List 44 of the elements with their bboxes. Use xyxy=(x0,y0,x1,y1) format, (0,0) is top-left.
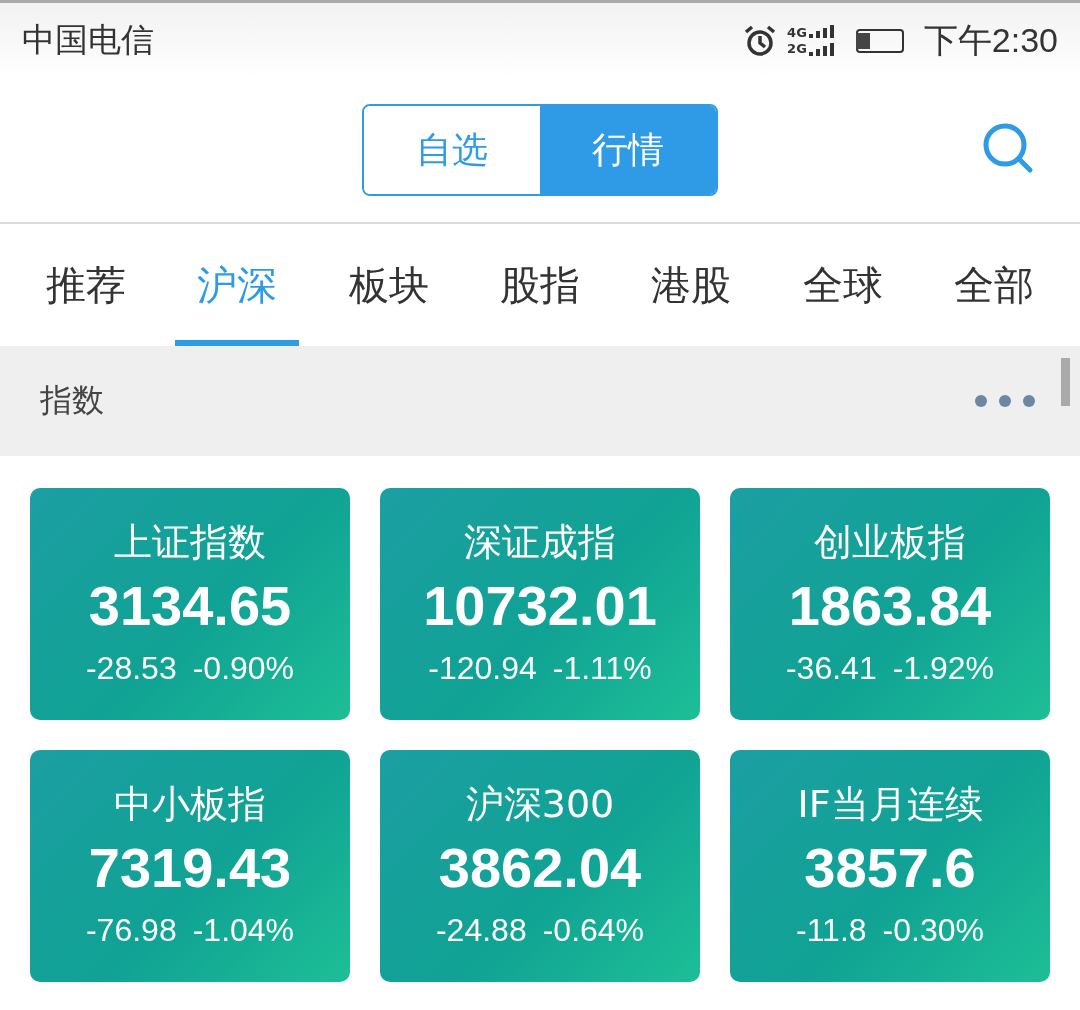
index-change: -24.88 xyxy=(435,911,527,950)
index-name: 深证成指 xyxy=(464,519,616,566)
index-value: 3857.6 xyxy=(804,835,976,901)
scrollbar xyxy=(1061,358,1070,406)
market-tab[interactable]: 港股 xyxy=(629,224,754,346)
index-value: 3134.65 xyxy=(88,573,292,639)
market-tab[interactable]: 全球 xyxy=(780,224,905,346)
market-tab[interactable]: 全部 xyxy=(932,224,1057,346)
index-percent: -0.90% xyxy=(192,649,295,688)
index-change: -11.8 xyxy=(796,911,867,950)
index-value: 7319.43 xyxy=(88,835,292,901)
index-card[interactable]: 沪深300 3862.04 -24.88 -0.64% xyxy=(380,750,700,982)
index-card[interactable]: 创业板指 1863.84 -36.41 -1.92% xyxy=(730,488,1050,720)
index-name: 创业板指 xyxy=(814,519,966,566)
index-card[interactable]: IF当月连续 3857.6 -11.8 -0.30% xyxy=(730,750,1050,982)
more-icon[interactable] xyxy=(974,394,1036,408)
index-card[interactable]: 深证成指 10732.01 -120.94 -1.11% xyxy=(380,488,700,720)
battery-icon xyxy=(855,28,904,53)
index-change: -36.41 xyxy=(785,649,877,688)
segment-tab[interactable]: 行情 xyxy=(540,106,716,194)
index-name: 上证指数 xyxy=(114,519,266,566)
clock-time: 下午2:30 xyxy=(923,19,1058,61)
index-percent: -1.04% xyxy=(192,911,295,950)
index-value: 3862.04 xyxy=(438,835,642,901)
index-value: 10732.01 xyxy=(423,573,657,639)
index-card[interactable]: 上证指数 3134.65 -28.53 -0.90% xyxy=(30,488,350,720)
index-name: 沪深300 xyxy=(465,781,615,828)
index-percent: -0.64% xyxy=(542,911,645,950)
section-title: 指数 xyxy=(40,380,104,421)
market-tab[interactable]: 股指 xyxy=(477,224,602,346)
index-value: 1863.84 xyxy=(788,573,992,639)
market-tab[interactable]: 板块 xyxy=(326,224,451,346)
index-percent: -0.30% xyxy=(882,911,984,950)
carrier-name: 中国电信 xyxy=(22,19,154,61)
index-change: -76.98 xyxy=(85,911,177,950)
market-tab[interactable]: 推荐 xyxy=(23,224,148,346)
index-name: IF当月连续 xyxy=(797,781,983,828)
index-name: 中小板指 xyxy=(114,781,266,828)
index-card[interactable]: 中小板指 7319.43 -76.98 -1.04% xyxy=(30,750,350,982)
index-percent: -1.92% xyxy=(892,649,995,688)
index-change: -28.53 xyxy=(85,649,177,688)
index-change: -120.94 xyxy=(428,649,537,688)
alarm-clock-icon xyxy=(743,23,778,58)
index-percent: -1.11% xyxy=(552,649,652,688)
